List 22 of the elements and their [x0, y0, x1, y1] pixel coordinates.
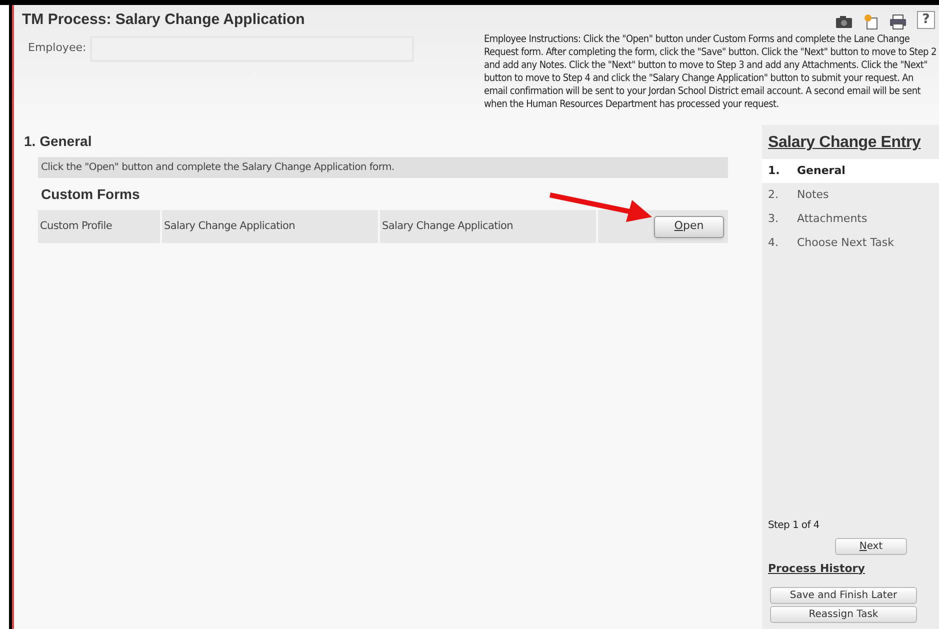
field-label: Employee: — [28, 40, 86, 56]
sidebar-button[interactable]: Save and Finish Later — [770, 587, 917, 604]
hint-bar: Click the "Open" button and complete the Salary Change Application form. — [38, 157, 728, 178]
table-cell: Custom Profile — [38, 210, 160, 243]
sidebar-title: Salary Change Entry — [767, 133, 922, 153]
table-cell: Salary Change Application — [162, 210, 378, 243]
step-item[interactable]: 2. Notes — [762, 183, 939, 207]
next-button[interactable]: Next — [835, 538, 907, 554]
page-title: TM Process: Salary Change Application — [22, 10, 306, 30]
table-cell: Salary Change Application — [380, 210, 596, 243]
instructions-text: Employee Instructions: Click the "Open" button under Custom Forms and complete the Lane Change Request form. After completing the form, click the "Save" button. Click the "Next" button to move to Step 2 and add any Notes. Click the "Next" button to move to Step 3 and add any Attachments. Click the "Next" button to move to Step 4 and click the "Salary Change Application" button to submit your request. An email confirmation will be sent to your Jordan School District email account. A second email will be sent when the Human Resources Department has processed your request. — [484, 33, 938, 111]
step-item[interactable]: 1. General — [762, 159, 939, 183]
section-subtitle: Custom Forms — [41, 185, 141, 204]
process-history-link[interactable]: Process History — [762, 560, 939, 577]
step-counter: Step 1 of 4 — [767, 518, 820, 532]
help-icon[interactable]: ? — [917, 11, 935, 29]
sidebar-button[interactable]: Reassign Task — [770, 606, 917, 623]
arrow-icon — [548, 192, 652, 222]
step-item[interactable]: 4. Choose Next Task — [762, 231, 939, 255]
open-button[interactable]: Open — [654, 216, 724, 238]
section-title: 1. General — [24, 132, 93, 151]
step-item[interactable]: 3. Attachments — [762, 207, 939, 231]
